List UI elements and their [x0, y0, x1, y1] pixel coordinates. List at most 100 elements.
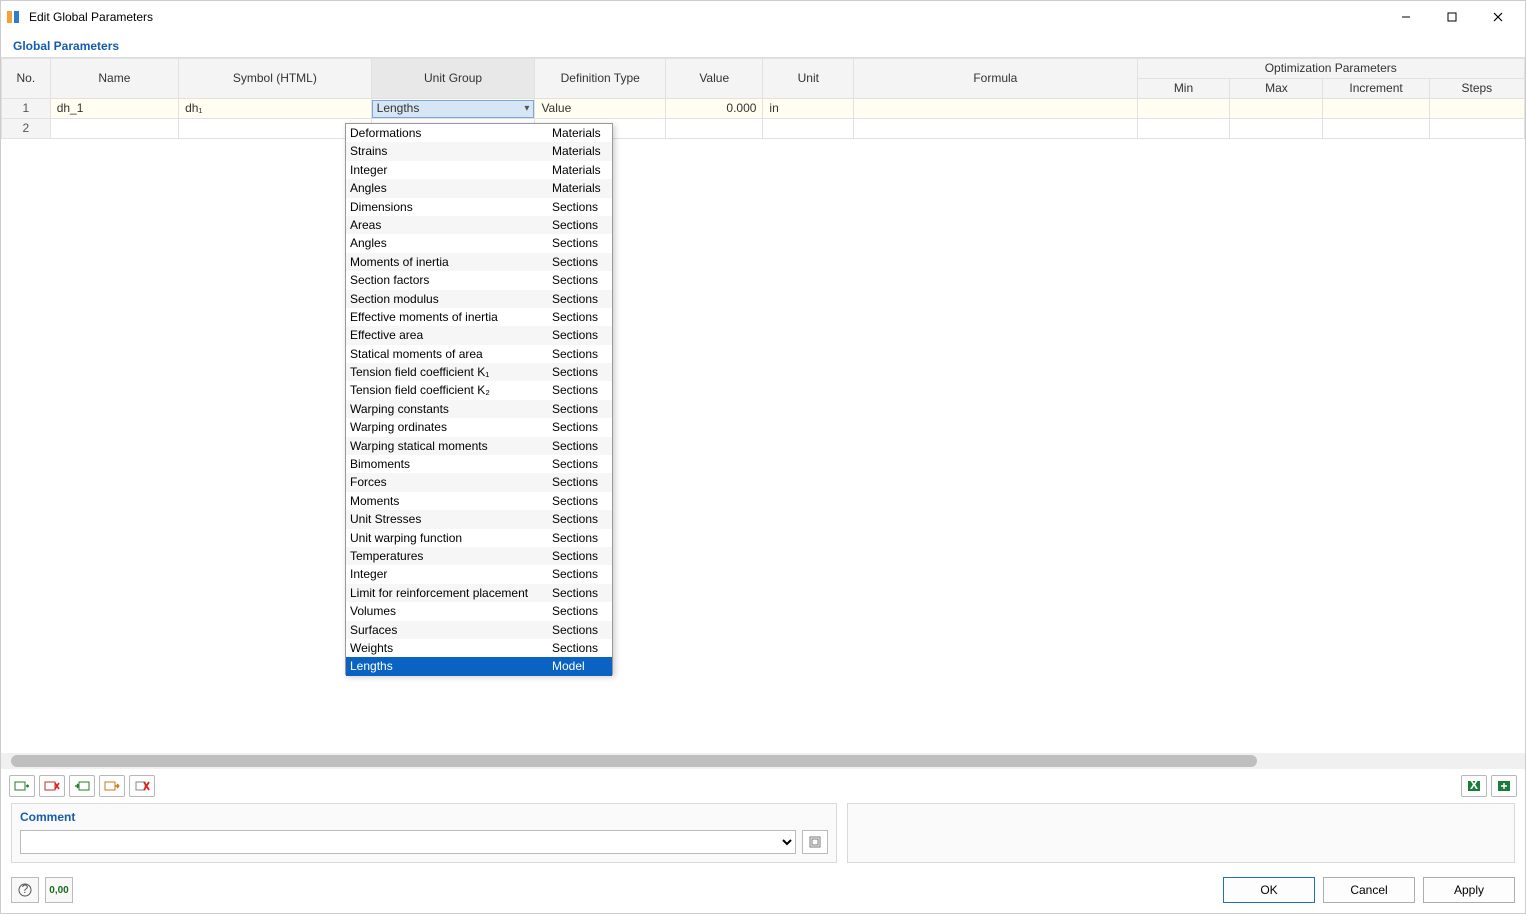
units-settings-button[interactable]: 0,00: [45, 877, 73, 903]
dropdown-option[interactable]: BimomentsSections: [346, 455, 612, 473]
excel-import-button[interactable]: [1491, 775, 1517, 797]
dropdown-option[interactable]: AnglesSections: [346, 234, 612, 252]
col-header-increment[interactable]: Increment: [1323, 79, 1429, 99]
dropdown-option-label: Statical moments of area: [346, 345, 548, 363]
dropdown-option[interactable]: IntegerSections: [346, 565, 612, 583]
dropdown-option[interactable]: Tension field coefficient K₂Sections: [346, 381, 612, 399]
dropdown-option[interactable]: Effective moments of inertiaSections: [346, 308, 612, 326]
col-header-unit[interactable]: Unit: [763, 59, 854, 99]
window-title: Edit Global Parameters: [29, 10, 1383, 24]
dropdown-option[interactable]: Warping ordinatesSections: [346, 418, 612, 436]
dropdown-option[interactable]: VolumesSections: [346, 602, 612, 620]
parameters-table[interactable]: No. Name Symbol (HTML) Unit Group Defini…: [1, 58, 1525, 139]
dropdown-option[interactable]: Unit warping functionSections: [346, 529, 612, 547]
chevron-down-icon: ▾: [524, 101, 529, 116]
cell-unit[interactable]: [763, 119, 854, 139]
dropdown-option-category: Sections: [548, 326, 612, 344]
dropdown-option[interactable]: Statical moments of areaSections: [346, 345, 612, 363]
dialog-window: Edit Global Parameters Global Parameters…: [0, 0, 1526, 914]
col-header-min[interactable]: Min: [1137, 79, 1230, 99]
delete-row-button[interactable]: [39, 775, 65, 797]
cell-formula[interactable]: [854, 99, 1137, 119]
comment-input[interactable]: [20, 830, 796, 854]
cell-increment[interactable]: [1323, 99, 1429, 119]
dropdown-option-category: Sections: [548, 363, 612, 381]
help-button[interactable]: ?: [11, 877, 39, 903]
cancel-button[interactable]: Cancel: [1323, 877, 1415, 903]
col-header-value[interactable]: Value: [666, 59, 763, 99]
cell-unitgroup[interactable]: Lengths▾: [371, 99, 535, 119]
cell-formula[interactable]: [854, 119, 1137, 139]
cell-max[interactable]: [1230, 119, 1323, 139]
dropdown-option[interactable]: Moments of inertiaSections: [346, 253, 612, 271]
dropdown-option[interactable]: StrainsMaterials: [346, 142, 612, 160]
col-header-formula[interactable]: Formula: [854, 59, 1137, 99]
comment-label: Comment: [20, 810, 828, 824]
clear-all-button[interactable]: [129, 775, 155, 797]
horizontal-scrollbar[interactable]: [1, 753, 1525, 769]
svg-text:?: ?: [22, 883, 29, 896]
dropdown-option-label: Section modulus: [346, 290, 548, 308]
cell-steps[interactable]: [1429, 99, 1524, 119]
import-button[interactable]: [69, 775, 95, 797]
col-header-name[interactable]: Name: [50, 59, 178, 99]
unit-group-cell-dropdown[interactable]: Lengths▾: [372, 100, 535, 118]
maximize-button[interactable]: [1429, 2, 1475, 32]
dropdown-option[interactable]: Section modulusSections: [346, 290, 612, 308]
apply-button[interactable]: Apply: [1423, 877, 1515, 903]
cell-symbol[interactable]: dh₁: [179, 99, 372, 119]
table-row[interactable]: 2: [2, 119, 1525, 139]
dropdown-option[interactable]: Warping statical momentsSections: [346, 437, 612, 455]
dropdown-option[interactable]: WeightsSections: [346, 639, 612, 657]
col-header-steps[interactable]: Steps: [1429, 79, 1524, 99]
cell-rownum[interactable]: 1: [2, 99, 51, 119]
excel-export-button[interactable]: X: [1461, 775, 1487, 797]
export-button[interactable]: [99, 775, 125, 797]
col-header-unit-group[interactable]: Unit Group: [371, 59, 535, 99]
col-header-symbol[interactable]: Symbol (HTML): [179, 59, 372, 99]
dropdown-option[interactable]: Limit for reinforcement placementSection…: [346, 584, 612, 602]
dropdown-option[interactable]: LengthsModel: [346, 657, 612, 675]
col-header-no[interactable]: No.: [2, 59, 51, 99]
table-row[interactable]: 1dh_1dh₁Lengths▾Value0.000in: [2, 99, 1525, 119]
dropdown-option[interactable]: DeformationsMaterials: [346, 124, 612, 142]
new-row-button[interactable]: [9, 775, 35, 797]
cell-deftype[interactable]: Value: [535, 99, 666, 119]
cell-increment[interactable]: [1323, 119, 1429, 139]
unit-group-dropdown[interactable]: DeformationsMaterialsStrainsMaterialsInt…: [345, 123, 613, 675]
dropdown-option[interactable]: AnglesMaterials: [346, 179, 612, 197]
col-header-def-type[interactable]: Definition Type: [535, 59, 666, 99]
dropdown-option[interactable]: Tension field coefficient K₁Sections: [346, 363, 612, 381]
cell-min[interactable]: [1137, 119, 1230, 139]
dropdown-option-category: Materials: [548, 161, 612, 179]
comment-library-button[interactable]: [802, 830, 828, 854]
close-button[interactable]: [1475, 2, 1521, 32]
col-header-optimization[interactable]: Optimization Parameters: [1137, 59, 1525, 79]
cell-max[interactable]: [1230, 99, 1323, 119]
ok-button[interactable]: OK: [1223, 877, 1315, 903]
dropdown-option[interactable]: Warping constantsSections: [346, 400, 612, 418]
dropdown-option[interactable]: TemperaturesSections: [346, 547, 612, 565]
minimize-button[interactable]: [1383, 2, 1429, 32]
dropdown-option[interactable]: ForcesSections: [346, 473, 612, 491]
cell-value[interactable]: 0.000: [666, 99, 763, 119]
cell-unit[interactable]: in: [763, 99, 854, 119]
cell-name[interactable]: [50, 119, 178, 139]
dropdown-option[interactable]: IntegerMaterials: [346, 161, 612, 179]
cell-min[interactable]: [1137, 99, 1230, 119]
cell-steps[interactable]: [1429, 119, 1524, 139]
dropdown-option[interactable]: Effective areaSections: [346, 326, 612, 344]
dropdown-option-category: Materials: [548, 124, 612, 142]
dropdown-option[interactable]: AreasSections: [346, 216, 612, 234]
dropdown-option[interactable]: DimensionsSections: [346, 198, 612, 216]
cell-name[interactable]: dh_1: [50, 99, 178, 119]
dropdown-option[interactable]: Section factorsSections: [346, 271, 612, 289]
dropdown-option[interactable]: SurfacesSections: [346, 621, 612, 639]
cell-value[interactable]: [666, 119, 763, 139]
cell-symbol[interactable]: [179, 119, 372, 139]
dropdown-option-label: Tension field coefficient K₂: [346, 381, 548, 399]
dropdown-option[interactable]: MomentsSections: [346, 492, 612, 510]
cell-rownum[interactable]: 2: [2, 119, 51, 139]
dropdown-option[interactable]: Unit StressesSections: [346, 510, 612, 528]
col-header-max[interactable]: Max: [1230, 79, 1323, 99]
